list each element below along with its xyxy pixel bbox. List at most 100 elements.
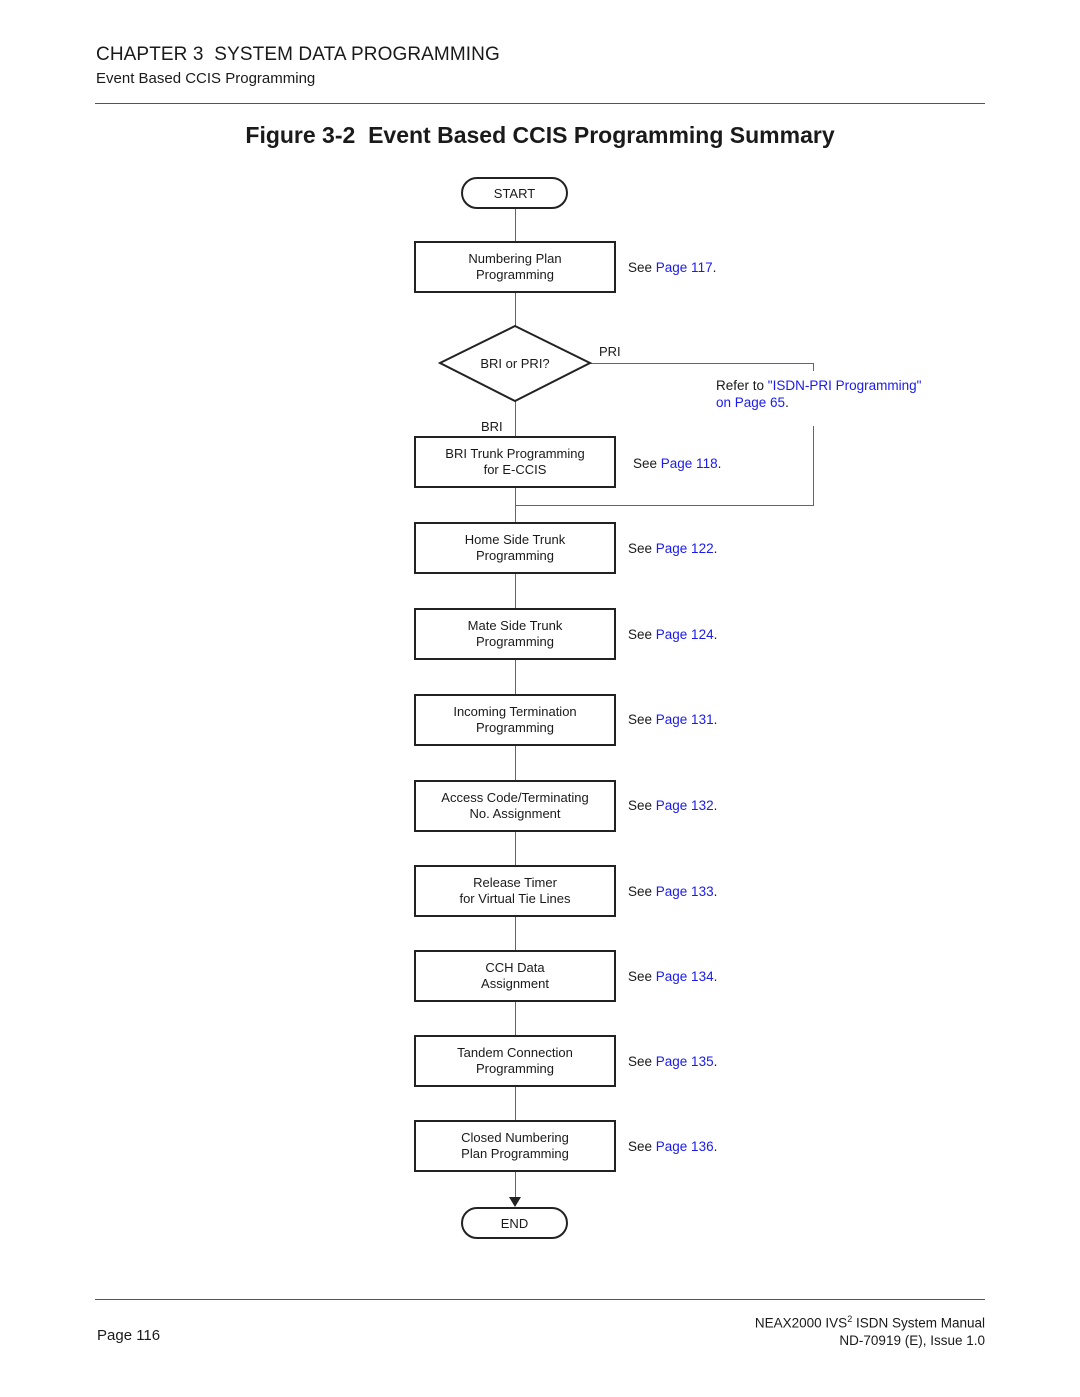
period: .	[713, 1054, 718, 1069]
connector	[515, 573, 516, 609]
step-label-line1: Tandem Connection	[457, 1045, 573, 1060]
step-reference: See Page 135.	[628, 1054, 717, 1069]
see-text: See	[628, 627, 656, 642]
step-label-line1: Incoming Termination	[453, 704, 577, 719]
step-label-line2: No. Assignment	[469, 806, 561, 821]
step-box-home-side-trunk: Home Side Trunk Programming	[414, 522, 616, 574]
period: .	[713, 627, 718, 642]
pri-return-line	[813, 426, 814, 506]
step-reference: See Page 124.	[628, 627, 717, 642]
step-label-line2: for E-CCIS	[483, 462, 547, 477]
connector	[515, 659, 516, 695]
step-box-access-code: Access Code/Terminating No. Assignment	[414, 780, 616, 832]
step-label-line2: Programming	[475, 548, 555, 563]
step-label-line1: Closed Numbering	[461, 1130, 569, 1145]
page-link[interactable]: Page 135	[656, 1054, 714, 1069]
step-reference: See Page 122.	[628, 541, 717, 556]
see-text: See	[628, 712, 656, 727]
end-label: END	[500, 1215, 529, 1231]
step-reference: See Page 133.	[628, 884, 717, 899]
connector	[515, 831, 516, 866]
connector	[515, 488, 516, 523]
connector	[515, 401, 516, 437]
step-reference: See Page 118.	[633, 456, 721, 471]
start-label: START	[493, 185, 536, 201]
see-text: See	[628, 969, 656, 984]
pri-branch-line	[590, 363, 814, 364]
step-label-line2: Programming	[475, 267, 555, 282]
connector	[515, 1001, 516, 1036]
period: .	[713, 798, 718, 813]
step-box-cch-data: CCH Data Assignment	[414, 950, 616, 1002]
branch-label-pri: PRI	[599, 344, 621, 359]
manual-suffix: ISDN System Manual	[852, 1315, 985, 1331]
section-heading: Event Based CCIS Programming	[96, 70, 316, 87]
page-link[interactable]: Page 124	[656, 627, 714, 642]
connector	[515, 292, 516, 326]
step-label-line1: Access Code/Terminating	[441, 790, 589, 805]
period: .	[712, 260, 717, 275]
step-box-tandem-connection: Tandem Connection Programming	[414, 1035, 616, 1087]
page-link[interactable]: on Page 65	[716, 395, 785, 410]
step-box-numbering-plan: Numbering Plan Programming	[414, 241, 616, 293]
see-text: See	[628, 884, 656, 899]
period: .	[713, 884, 718, 899]
see-text: See	[628, 1054, 656, 1069]
document-id: ND-70919 (E), Issue 1.0	[839, 1332, 985, 1348]
connector	[515, 1086, 516, 1121]
period: .	[713, 541, 718, 556]
step-box-mate-side-trunk: Mate Side Trunk Programming	[414, 608, 616, 660]
step-label-line2: for Virtual Tie Lines	[459, 891, 571, 906]
step-label-line1: BRI Trunk Programming	[445, 446, 585, 461]
see-text: See	[633, 456, 661, 471]
manual-info: NEAX2000 IVS2 ISDN System Manual ND-7091…	[755, 1311, 985, 1349]
see-text: See	[628, 541, 656, 556]
page-link[interactable]: Page 122	[656, 541, 714, 556]
step-label-line1: Mate Side Trunk	[467, 618, 563, 633]
branch-label-bri: BRI	[481, 419, 503, 434]
page-link[interactable]: Page 134	[656, 969, 714, 984]
page-link[interactable]: Page 133	[656, 884, 714, 899]
page-link[interactable]: Page 136	[656, 1139, 714, 1154]
start-terminal: START	[461, 177, 568, 209]
pri-merge-line	[515, 505, 814, 506]
manual-name: NEAX2000 IVS	[754, 1315, 848, 1331]
step-reference: See Page 136.	[628, 1139, 717, 1154]
connector	[515, 208, 516, 242]
page-link[interactable]: Page 117	[656, 260, 713, 275]
step-label-line2: Plan Programming	[461, 1146, 569, 1161]
step-reference: See Page 117.	[628, 260, 716, 275]
period: .	[713, 1139, 718, 1154]
period: .	[713, 712, 718, 727]
manual-title: NEAX2000 IVS2 ISDN System Manual	[755, 1311, 985, 1332]
pri-reference: Refer to "ISDN-PRI Programming" on Page …	[716, 377, 921, 411]
see-text: See	[628, 260, 656, 275]
period: .	[717, 456, 722, 471]
step-label-line2: Programming	[475, 720, 555, 735]
header-divider	[95, 103, 985, 104]
step-label-line2: Assignment	[481, 976, 549, 991]
page-link[interactable]: Page 132	[656, 798, 714, 813]
step-box-release-timer: Release Timer for Virtual Tie Lines	[414, 865, 616, 917]
step-label-line1: CCH Data	[485, 960, 545, 975]
step-label-line2: Programming	[475, 1061, 555, 1076]
step-label-line1: Release Timer	[473, 875, 557, 890]
page-number: Page 116	[97, 1327, 161, 1344]
connector	[515, 745, 516, 781]
step-label-line2: Programming	[475, 634, 555, 649]
decision-label: BRI or PRI?	[480, 356, 550, 371]
see-text: See	[628, 798, 656, 813]
step-reference: See Page 132.	[628, 798, 717, 813]
period: .	[713, 969, 718, 984]
step-box-closed-numbering: Closed Numbering Plan Programming	[414, 1120, 616, 1172]
footer-divider	[95, 1299, 985, 1300]
page-link[interactable]: Page 118	[661, 456, 718, 471]
pri-branch-tick	[813, 363, 814, 371]
step-box-bri-trunk: BRI Trunk Programming for E-CCIS	[414, 436, 616, 488]
isdn-pri-link[interactable]: "ISDN-PRI Programming"	[768, 378, 922, 393]
connector	[515, 916, 516, 951]
page-link[interactable]: Page 131	[656, 712, 714, 727]
step-box-incoming-termination: Incoming Termination Programming	[414, 694, 616, 746]
figure-title: Figure 3-2 Event Based CCIS Programming …	[245, 122, 835, 148]
connector	[515, 1171, 516, 1199]
